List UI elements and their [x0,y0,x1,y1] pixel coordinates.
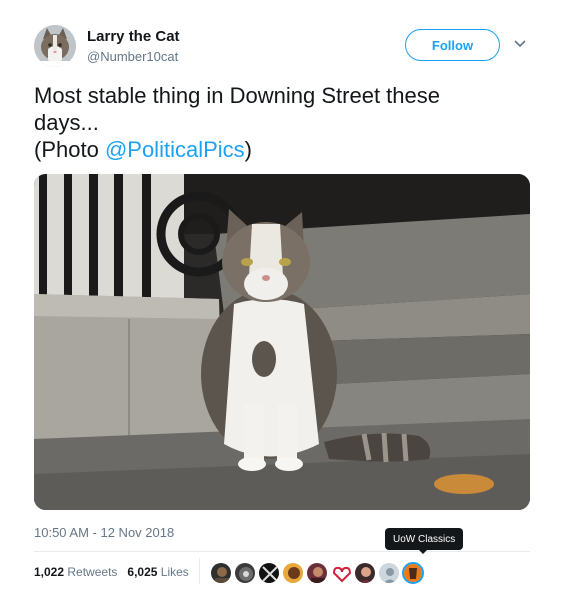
avatar-icon [307,563,327,583]
liker-avatar[interactable] [378,562,400,584]
follow-button[interactable]: Follow [405,29,500,61]
tweet-card: Larry the Cat @Number10cat Follow Most s… [0,0,563,590]
tweet-text-fragment: (Photo [34,137,105,162]
likes-count: 6,025 [127,565,158,579]
liker-avatar[interactable] [234,562,256,584]
cat-avatar-icon [34,25,76,67]
retweets-label: Retweets [67,565,118,579]
author-handle[interactable]: @Number10cat [87,49,178,64]
author-display-name[interactable]: Larry the Cat [87,28,180,45]
default-avatar-icon [379,563,399,583]
likes-stat[interactable]: 6,025 Likes [127,565,188,579]
cat-photo-image [34,174,530,510]
mention-link[interactable]: @PoliticalPics [105,137,245,162]
avatar-icon [211,563,231,583]
avatar-icon [355,563,375,583]
retweets-stat[interactable]: 1,022 Retweets [34,565,117,579]
liker-avatar[interactable] [258,562,280,584]
liker-avatar[interactable] [306,562,328,584]
likes-label: Likes [160,565,189,579]
chevron-down-icon[interactable] [512,36,528,52]
tweet-text-line: Most stable thing in Downing Street thes… [34,83,441,108]
heart-logo-icon [331,563,351,583]
avatar-icon [404,564,422,582]
liker-avatar[interactable] [210,562,232,584]
liker-avatar[interactable] [402,562,424,584]
likers-avatars [210,562,424,584]
tooltip: UoW Classics [385,528,464,550]
author-avatar[interactable] [34,25,76,67]
liker-avatar[interactable] [354,562,376,584]
retweets-count: 1,022 [34,565,65,579]
stats-separator [199,558,200,584]
tweet-stats: 1,022 Retweets 6,025 Likes [34,565,189,579]
tweet-text-line: days... [34,110,99,135]
liker-avatar[interactable] [282,562,304,584]
divider [34,551,530,552]
tweet-text: Most stable thing in Downing Street thes… [34,82,534,163]
avatar-icon [283,563,303,583]
avatar-icon [235,563,255,583]
liker-avatar[interactable] [330,562,352,584]
tweet-text-fragment: ) [244,137,252,162]
tooltip-arrow [418,549,428,554]
avatar-icon [259,563,279,583]
tweet-text-line: (Photo @PoliticalPics) [34,136,534,163]
tweet-timestamp[interactable]: 10:50 AM - 12 Nov 2018 [34,525,174,540]
tweet-photo[interactable] [34,174,530,510]
